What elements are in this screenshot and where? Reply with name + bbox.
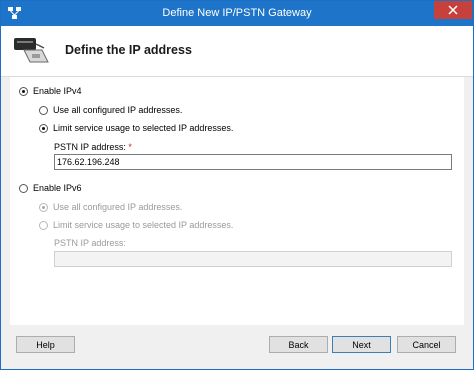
radio-indicator bbox=[39, 202, 48, 212]
ipv6-pstn-input bbox=[54, 251, 452, 267]
cancel-button[interactable]: Cancel bbox=[397, 336, 456, 353]
title-bar[interactable]: Define New IP/PSTN Gateway bbox=[1, 1, 473, 26]
gateway-icon bbox=[12, 34, 52, 68]
ipv6-limit-label: Limit service usage to selected IP addre… bbox=[53, 220, 234, 230]
wizard-footer: Help Back Next Cancel bbox=[1, 326, 473, 369]
radio-indicator[interactable] bbox=[39, 123, 48, 133]
ipv6-pstn-label: PSTN IP address: bbox=[54, 238, 126, 248]
window-title: Define New IP/PSTN Gateway bbox=[162, 7, 312, 19]
close-icon bbox=[448, 5, 458, 15]
ipv4-limit-label: Limit service usage to selected IP addre… bbox=[53, 123, 234, 133]
wizard-header: Define the IP address bbox=[1, 26, 473, 77]
ipv4-pstn-input[interactable]: 176.62.196.248 bbox=[54, 154, 452, 170]
radio-indicator bbox=[39, 220, 48, 230]
wizard-content: Enable IPv4 Use all configured IP addres… bbox=[10, 77, 464, 325]
radio-indicator[interactable] bbox=[39, 105, 48, 115]
radio-indicator[interactable] bbox=[19, 183, 28, 193]
next-button[interactable]: Next bbox=[332, 336, 391, 353]
close-button[interactable] bbox=[434, 1, 472, 19]
wizard-window: Define New IP/PSTN Gateway Define the IP… bbox=[0, 0, 474, 370]
ipv6-use-all-radio: Use all configured IP addresses. bbox=[39, 202, 182, 212]
ipv4-pstn-label-text: PSTN IP address: bbox=[54, 142, 126, 152]
enable-ipv4-radio[interactable]: Enable IPv4 bbox=[19, 86, 82, 96]
ipv6-limit-radio: Limit service usage to selected IP addre… bbox=[39, 220, 233, 230]
ipv4-limit-radio[interactable]: Limit service usage to selected IP addre… bbox=[39, 123, 233, 133]
required-marker: * bbox=[128, 142, 132, 152]
back-button[interactable]: Back bbox=[269, 336, 328, 353]
ipv6-use-all-label: Use all configured IP addresses. bbox=[53, 202, 183, 212]
page-title: Define the IP address bbox=[65, 43, 192, 57]
help-button[interactable]: Help bbox=[16, 336, 75, 353]
ipv4-use-all-radio[interactable]: Use all configured IP addresses. bbox=[39, 105, 182, 115]
enable-ipv6-radio[interactable]: Enable IPv6 bbox=[19, 183, 82, 193]
ipv4-pstn-label: PSTN IP address: * bbox=[54, 142, 132, 152]
enable-ipv4-label: Enable IPv4 bbox=[33, 86, 82, 96]
enable-ipv6-label: Enable IPv6 bbox=[33, 183, 82, 193]
ipv4-use-all-label: Use all configured IP addresses. bbox=[53, 105, 183, 115]
radio-indicator[interactable] bbox=[19, 86, 28, 96]
